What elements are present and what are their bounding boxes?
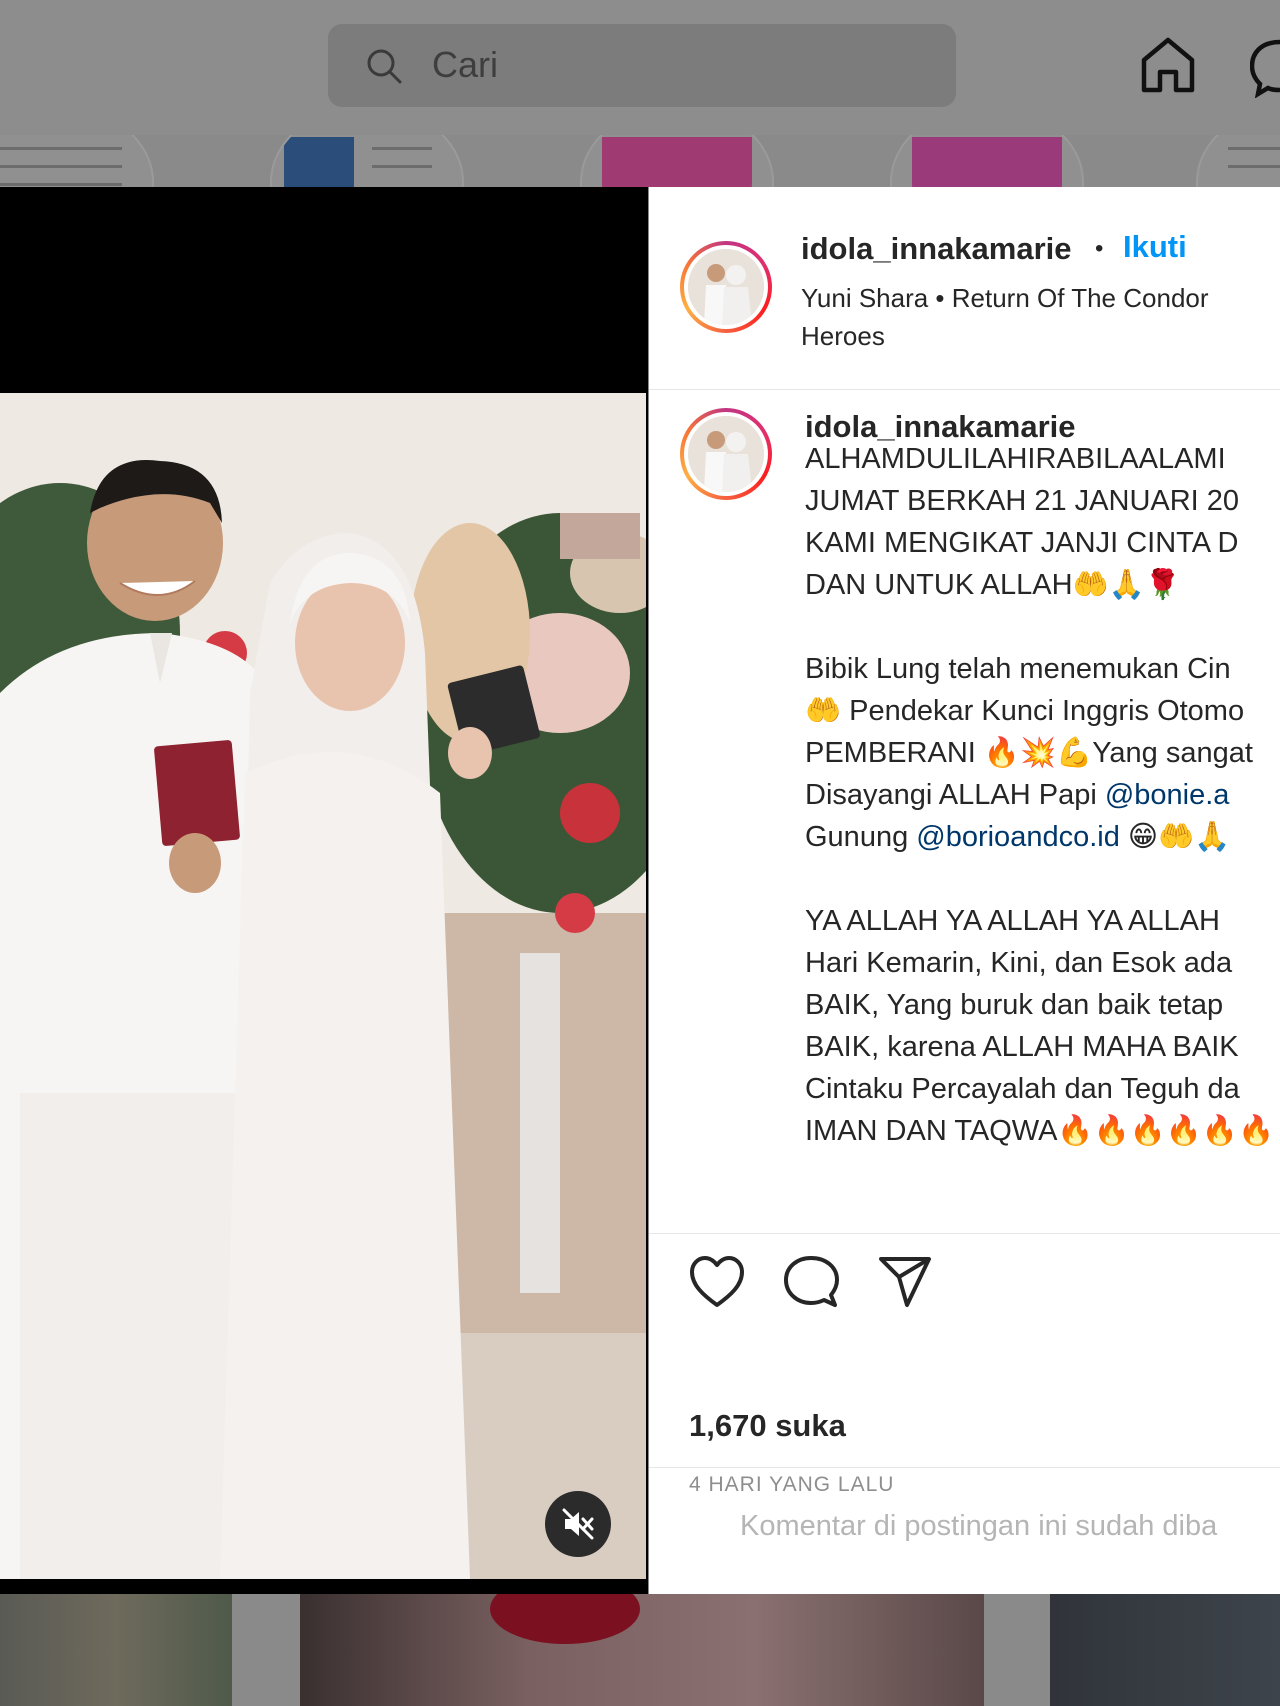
comments-disabled-text: Komentar di postingan ini sudah diba <box>740 1510 1218 1542</box>
background-thumbnail <box>890 135 1084 187</box>
avatar[interactable] <box>680 241 772 333</box>
mention-link[interactable]: @borioandco.id <box>916 821 1120 853</box>
background-grid-tile <box>0 1594 232 1706</box>
search-icon <box>367 49 402 84</box>
comments-disabled-notice: Komentar di postingan ini sudah diba <box>649 1467 1280 1595</box>
caption-paragraph: ALHAMDULILAHIRABILAALAMI JUMAT BERKAH 21… <box>805 443 1240 601</box>
caption-section: idola_innakamarie ALHAMDULILAHIRABILAALA… <box>649 390 1280 1234</box>
share-paper-plane-icon[interactable] <box>877 1255 933 1309</box>
background-thumbnail <box>580 135 774 187</box>
post-photo <box>0 393 646 1579</box>
background-highlights-strip <box>0 135 1280 187</box>
caption-fragment: 😁🤲🙏 <box>1119 821 1231 853</box>
background-grid-tile <box>1050 1594 1280 1706</box>
comment-bubble-icon[interactable] <box>783 1255 839 1309</box>
audio-track-link[interactable]: Yuni Shara • Return Of The Condor Heroes <box>801 279 1271 355</box>
post-header: idola_innakamarie • Ikuti Yuni Shara • R… <box>649 187 1280 390</box>
home-icon[interactable] <box>1140 36 1196 94</box>
mute-toggle-button[interactable] <box>545 1491 611 1557</box>
search-bar[interactable]: Cari <box>328 24 956 107</box>
top-nav-bar: Cari <box>0 0 1280 136</box>
audio-muted-icon <box>562 1508 594 1540</box>
search-input[interactable]: Cari <box>432 44 498 86</box>
separator-dot: • <box>1095 235 1104 262</box>
messenger-icon[interactable] <box>1250 38 1280 98</box>
post-details-panel: idola_innakamarie • Ikuti Yuni Shara • R… <box>649 187 1280 1594</box>
background-thumbnail <box>1196 135 1280 187</box>
post-media[interactable] <box>0 187 648 1594</box>
mention-link[interactable]: @bonie.a <box>1105 779 1230 811</box>
background-thumbnail <box>0 135 154 187</box>
follow-button[interactable]: Ikuti <box>1123 229 1187 265</box>
background-thumbnail <box>270 135 464 187</box>
caption-avatar[interactable] <box>680 408 772 500</box>
background-post-grid <box>0 1594 1280 1706</box>
caption-fragment: Gunung <box>805 821 909 853</box>
post-author-username[interactable]: idola_innakamarie <box>801 231 1072 267</box>
like-count[interactable]: 1,670 suka <box>689 1408 846 1444</box>
caption-paragraph: YA ALLAH YA ALLAH YA ALLAH Hari Kemarin,… <box>805 905 1275 1147</box>
like-heart-icon[interactable] <box>689 1255 745 1309</box>
background-grid-tile <box>300 1594 984 1706</box>
caption-text: ALHAMDULILAHIRABILAALAMI JUMAT BERKAH 21… <box>805 438 1280 1152</box>
